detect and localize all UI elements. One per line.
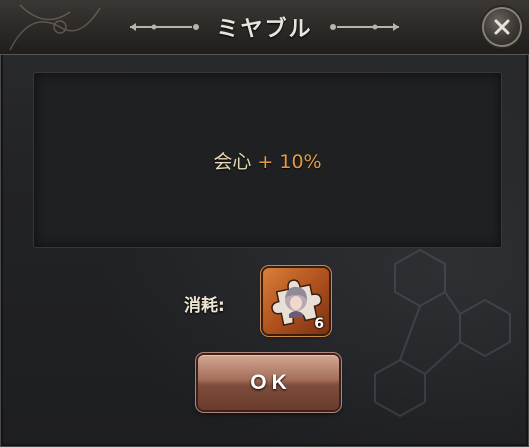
- effect-panel: 会心 + 10%: [33, 72, 502, 248]
- upgrade-dialog: ミヤブル 会心 + 10% 消耗: 6 OK: [0, 0, 529, 447]
- item-count: 6: [314, 316, 324, 332]
- stat-name: 会心: [213, 150, 252, 173]
- title-flourish-right-icon: [329, 23, 399, 31]
- cost-item-slot[interactable]: 6: [263, 268, 329, 334]
- dialog-header: ミヤブル: [0, 0, 529, 55]
- title-wrap: ミヤブル: [0, 0, 529, 54]
- ok-button-label: OK: [250, 370, 292, 394]
- dialog-title: ミヤブル: [216, 17, 313, 42]
- close-icon: [494, 19, 510, 35]
- background-hex-pattern: [374, 248, 511, 418]
- close-button[interactable]: [484, 9, 520, 45]
- cost-label: 消耗:: [184, 296, 225, 316]
- title-flourish-left-icon: [130, 23, 200, 31]
- stat-line: 会心 + 10%: [213, 147, 321, 174]
- stat-value: + 10%: [257, 150, 322, 173]
- ok-button[interactable]: OK: [198, 355, 339, 410]
